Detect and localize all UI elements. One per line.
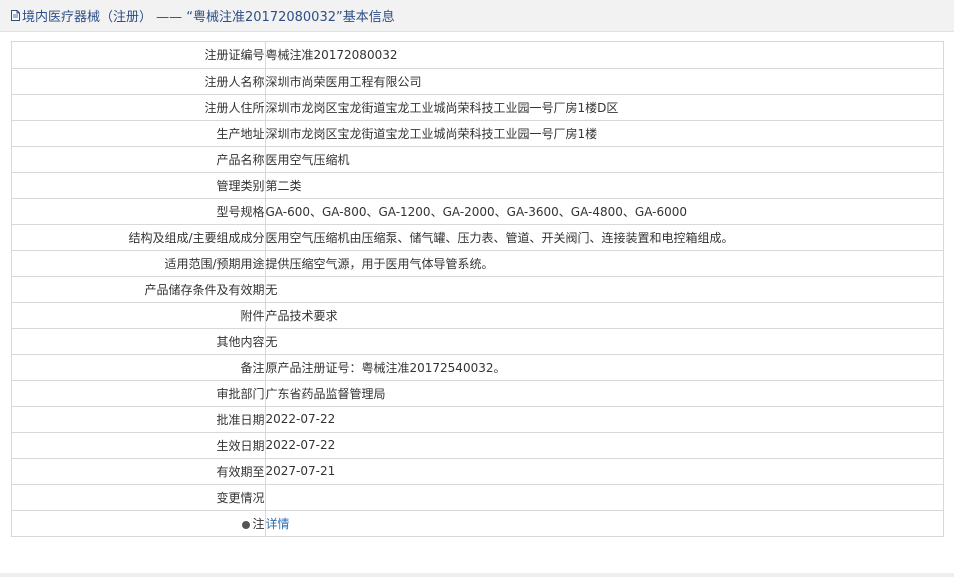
row-value: 深圳市龙岗区宝龙街道宝龙工业城尚荣科技工业园一号厂房1楼 <box>265 120 943 147</box>
row-value: 提供压缩空气源，用于医用气体导管系统。 <box>265 250 943 277</box>
table-row: 适用范围/预期用途 提供压缩空气源，用于医用气体导管系统。 <box>12 250 943 277</box>
table-row-note: 注 详情 <box>12 510 943 536</box>
table-row: 备注 原产品注册证号：粤械注准20172540032。 <box>12 354 943 381</box>
table-row: 注册人名称 深圳市尚荣医用工程有限公司 <box>12 68 943 95</box>
document-icon <box>11 10 20 21</box>
row-label: 生产地址 <box>12 120 266 147</box>
table-row: 生产地址 深圳市龙岗区宝龙街道宝龙工业城尚荣科技工业园一号厂房1楼 <box>12 120 943 147</box>
row-label: 注册人住所 <box>12 94 266 121</box>
row-value: 医用空气压缩机 <box>265 146 943 173</box>
row-label: 适用范围/预期用途 <box>12 250 266 277</box>
table-row: 审批部门 广东省药品监督管理局 <box>12 380 943 407</box>
table-row: 生效日期 2022-07-22 <box>12 432 943 459</box>
details-table: 注册证编号 粤械注准20172080032 注册人名称 深圳市尚荣医用工程有限公… <box>12 42 943 536</box>
note-label: 注 <box>252 516 265 531</box>
table-row: 注册证编号 粤械注准20172080032 <box>12 42 943 69</box>
page-bottom-divider <box>0 573 954 577</box>
table-row: 结构及组成/主要组成成分 医用空气压缩机由压缩泵、储气罐、压力表、管道、开关阀门… <box>12 224 943 251</box>
table-row: 有效期至 2027-07-21 <box>12 458 943 485</box>
row-label: 产品名称 <box>12 146 266 173</box>
table-row: 变更情况 <box>12 484 943 511</box>
row-value: 粤械注准20172080032 <box>265 42 943 69</box>
row-value: 2027-07-21 <box>265 458 943 485</box>
row-label: 型号规格 <box>12 198 266 225</box>
row-label: 注册证编号 <box>12 42 266 69</box>
row-value: 深圳市尚荣医用工程有限公司 <box>265 68 943 95</box>
details-panel: 注册证编号 粤械注准20172080032 注册人名称 深圳市尚荣医用工程有限公… <box>11 41 944 537</box>
row-label: 附件 <box>12 302 266 329</box>
row-value: 无 <box>265 328 943 355</box>
row-label: 管理类别 <box>12 172 266 199</box>
row-value: 2022-07-22 <box>265 432 943 459</box>
row-value <box>265 484 943 511</box>
row-label: 注册人名称 <box>12 68 266 95</box>
table-row: 其他内容 无 <box>12 328 943 355</box>
table-row: 注册人住所 深圳市龙岗区宝龙街道宝龙工业城尚荣科技工业园一号厂房1楼D区 <box>12 94 943 121</box>
row-value: 2022-07-22 <box>265 406 943 433</box>
row-label: 结构及组成/主要组成成分 <box>12 224 266 251</box>
row-value: GA-600、GA-800、GA-1200、GA-2000、GA-3600、GA… <box>265 198 943 225</box>
table-row: 型号规格 GA-600、GA-800、GA-1200、GA-2000、GA-36… <box>12 198 943 225</box>
row-label: 生效日期 <box>12 432 266 459</box>
table-row: 产品名称 医用空气压缩机 <box>12 146 943 173</box>
note-value-cell: 详情 <box>265 510 943 536</box>
details-link[interactable]: 详情 <box>266 517 290 531</box>
table-row: 附件 产品技术要求 <box>12 302 943 329</box>
table-row: 批准日期 2022-07-22 <box>12 406 943 433</box>
row-value: 医用空气压缩机由压缩泵、储气罐、压力表、管道、开关阀门、连接装置和电控箱组成。 <box>265 224 943 251</box>
row-value: 无 <box>265 276 943 303</box>
row-value: 产品技术要求 <box>265 302 943 329</box>
row-label: 备注 <box>12 354 266 381</box>
page-title: 境内医疗器械（注册） —— “粤械注准20172080032”基本信息 <box>22 10 395 25</box>
row-label: 批准日期 <box>12 406 266 433</box>
bullet-icon <box>242 520 251 529</box>
row-value: 原产品注册证号：粤械注准20172540032。 <box>265 354 943 381</box>
row-label: 变更情况 <box>12 484 266 511</box>
note-label-cell: 注 <box>12 510 266 536</box>
row-value: 第二类 <box>265 172 943 199</box>
table-row: 产品储存条件及有效期 无 <box>12 276 943 303</box>
row-value: 广东省药品监督管理局 <box>265 380 943 407</box>
row-label: 其他内容 <box>12 328 266 355</box>
row-label: 有效期至 <box>12 458 266 485</box>
row-value: 深圳市龙岗区宝龙街道宝龙工业城尚荣科技工业园一号厂房1楼D区 <box>265 94 943 121</box>
row-label: 审批部门 <box>12 380 266 407</box>
row-label: 产品储存条件及有效期 <box>12 276 266 303</box>
table-row: 管理类别 第二类 <box>12 172 943 199</box>
page-header: 境内医疗器械（注册） —— “粤械注准20172080032”基本信息 <box>0 0 954 32</box>
